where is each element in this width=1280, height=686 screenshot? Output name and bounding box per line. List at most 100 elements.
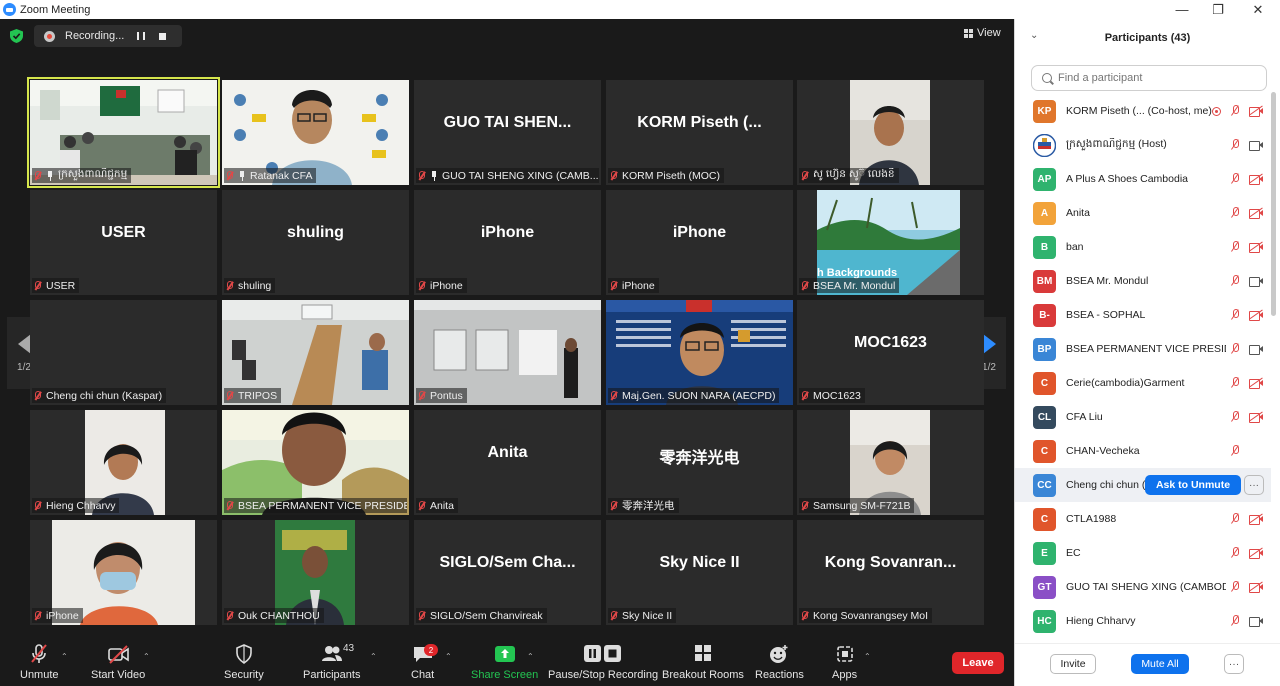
search-input[interactable]	[1058, 72, 1258, 84]
page-indicator-right: 1/2	[982, 361, 996, 373]
share-screen-icon	[494, 646, 515, 662]
video-tile[interactable]: 零奔洋光电 零奔洋光电	[606, 410, 793, 515]
breakout-rooms-button[interactable]: Breakout Rooms	[662, 644, 744, 681]
participant-row[interactable]: GT GUO TAI SHENG XING (CAMBOD...	[1015, 570, 1271, 604]
participant-row[interactable]: C CTLA1988	[1015, 502, 1271, 536]
participant-row[interactable]: KP KORM Piseth (... (Co-host, me)	[1015, 94, 1271, 128]
audio-options-caret[interactable]: ⌃	[61, 652, 68, 661]
maximize-button[interactable]: ❐	[1200, 0, 1236, 19]
video-tile[interactable]: iPhone iPhone	[606, 190, 793, 295]
participant-row[interactable]: CC Cheng chi chun (Ask to Unmute ···	[1015, 468, 1271, 502]
tile-name-label: Samsung SM-F721B	[799, 498, 915, 513]
video-tile[interactable]: ក្រសួងពាណិជ្ជកម្ម	[27, 77, 220, 188]
view-button[interactable]: View	[964, 27, 1001, 39]
participant-name: 零奔洋光电	[622, 500, 675, 512]
tile-name-label: Ouk CHANTHOU	[224, 608, 324, 623]
video-tile[interactable]: SIGLO/Sem Cha... SIGLO/Sem Chanvireak	[414, 520, 601, 625]
tile-name-label: Cheng chi chun (Kaspar)	[32, 388, 167, 403]
video-tile[interactable]: MOC1623 MOC1623	[797, 300, 984, 405]
video-tile[interactable]: Pontus	[414, 300, 601, 405]
muted-mic-icon	[1230, 105, 1240, 117]
video-options-caret[interactable]: ⌃	[143, 652, 150, 661]
camera-off-icon	[1249, 310, 1263, 321]
participant-row[interactable]: C CHAN-Vecheka	[1015, 434, 1271, 468]
video-tile[interactable]: shuling shuling	[222, 190, 409, 295]
minimize-button[interactable]: —	[1164, 0, 1200, 19]
camera-off-icon	[1249, 378, 1263, 389]
muted-mic-icon	[1230, 445, 1240, 457]
participant-row[interactable]: HC Hieng Chharvy	[1015, 604, 1271, 638]
more-options-button[interactable]: ···	[1224, 654, 1244, 674]
view-label: View	[977, 27, 1001, 39]
participant-search[interactable]	[1031, 65, 1267, 91]
camera-off-icon	[1249, 174, 1263, 185]
start-video-button[interactable]: Start Video	[91, 644, 145, 681]
participant-row[interactable]: A Anita	[1015, 196, 1271, 230]
mute-all-button[interactable]: Mute All	[1131, 654, 1189, 674]
video-tile[interactable]: Samsung SM-F721B	[797, 410, 984, 515]
participant-row[interactable]: AP A Plus A Shoes Cambodia	[1015, 162, 1271, 196]
video-tile[interactable]: USER USER	[30, 190, 217, 295]
participant-row[interactable]: CL CFA Liu	[1015, 400, 1271, 434]
apps-button[interactable]: Apps	[832, 644, 857, 681]
video-tile[interactable]: h Backgrounds BSEA Mr. Mondul	[797, 190, 984, 295]
tile-display-name: Kong Sovanran...	[824, 554, 957, 571]
camera-lens-icon	[1259, 312, 1263, 318]
stop-recording-button[interactable]	[159, 32, 166, 40]
camera-off-icon	[1249, 548, 1263, 559]
muted-mic-icon	[34, 500, 41, 511]
invite-button[interactable]: Invite	[1050, 654, 1096, 674]
muted-mic-icon	[226, 170, 233, 181]
encryption-shield-icon[interactable]	[10, 29, 23, 43]
pause-stop-recording-button[interactable]: Pause/Stop Recording	[548, 644, 658, 681]
video-tile[interactable]: KORM Piseth (... KORM Piseth (MOC)	[606, 80, 793, 185]
video-tile[interactable]: GUO TAI SHEN... GUO TAI SHENG XING (CAMB.…	[414, 80, 601, 185]
participant-name: Hieng Chharvy	[46, 499, 116, 512]
pause-stop-icon	[584, 645, 622, 662]
chat-caret[interactable]: ⌃	[445, 652, 452, 661]
tile-display-name: Anita	[487, 444, 528, 461]
participant-row[interactable]: ក្រសួងពាណិជ្ជកម្ម (Host)	[1015, 128, 1271, 162]
zoom-logo-icon	[3, 3, 16, 16]
security-button[interactable]: Security	[224, 644, 264, 681]
share-screen-button[interactable]: Share Screen	[471, 644, 538, 681]
video-tile[interactable]: Ratanak CFA	[222, 80, 409, 185]
panel-scrollbar[interactable]	[1271, 92, 1276, 316]
search-icon	[1042, 73, 1052, 83]
reactions-button[interactable]: Reactions	[755, 644, 804, 681]
video-tile[interactable]: Sky Nice II Sky Nice II	[606, 520, 793, 625]
participant-row[interactable]: E EC	[1015, 536, 1271, 570]
tile-name-label: SIGLO/Sem Chanvireak	[416, 608, 547, 623]
muted-mic-icon	[1230, 343, 1240, 355]
share-caret[interactable]: ⌃	[527, 652, 534, 661]
participant-row[interactable]: BP BSEA PERMANENT VICE PRESIDE...	[1015, 332, 1271, 366]
camera-off-icon	[1249, 514, 1263, 525]
participant-status-icons	[1230, 377, 1263, 389]
participant-row[interactable]: C Cerie(cambodia)Garment	[1015, 366, 1271, 400]
leave-button[interactable]: Leave	[952, 652, 1004, 674]
unmute-button[interactable]: Unmute	[20, 644, 59, 681]
video-tile[interactable]: Ouk CHANTHOU	[222, 520, 409, 625]
participant-row[interactable]: BM BSEA Mr. Mondul	[1015, 264, 1271, 298]
ask-to-unmute-button[interactable]: Ask to Unmute	[1145, 475, 1241, 495]
video-tile[interactable]: សូ ហ៊្វេន សូ៊ លេងខិ	[797, 80, 984, 185]
participant-more-button[interactable]: ···	[1244, 475, 1264, 495]
participant-row[interactable]: B- BSEA - SOPHAL	[1015, 298, 1271, 332]
video-tile[interactable]: Anita Anita	[414, 410, 601, 515]
apps-caret[interactable]: ⌃	[864, 652, 871, 661]
pause-recording-button[interactable]	[137, 32, 145, 40]
video-tile[interactable]: Kong Sovanran... Kong Sovanrangsey MoI	[797, 520, 984, 625]
participant-row[interactable]: Bban	[1015, 230, 1271, 264]
video-tile[interactable]: iPhone	[30, 520, 217, 625]
video-tile[interactable]: BSEA PERMANENT VICE PRESIDE...	[222, 410, 409, 515]
tile-name-label: BSEA Mr. Mondul	[799, 278, 900, 293]
participants-caret[interactable]: ⌃	[370, 652, 377, 661]
camera-icon	[1249, 616, 1263, 627]
video-tile[interactable]: Cheng chi chun (Kaspar)	[30, 300, 217, 405]
video-tile[interactable]: Maj.Gen. SUON NARA (AECPD)	[606, 300, 793, 405]
close-button[interactable]: ✕	[1240, 0, 1276, 19]
muted-mic-icon	[1230, 377, 1240, 389]
video-tile[interactable]: TRIPOS	[222, 300, 409, 405]
video-tile[interactable]: iPhone iPhone	[414, 190, 601, 295]
video-tile[interactable]: Hieng Chharvy	[30, 410, 217, 515]
